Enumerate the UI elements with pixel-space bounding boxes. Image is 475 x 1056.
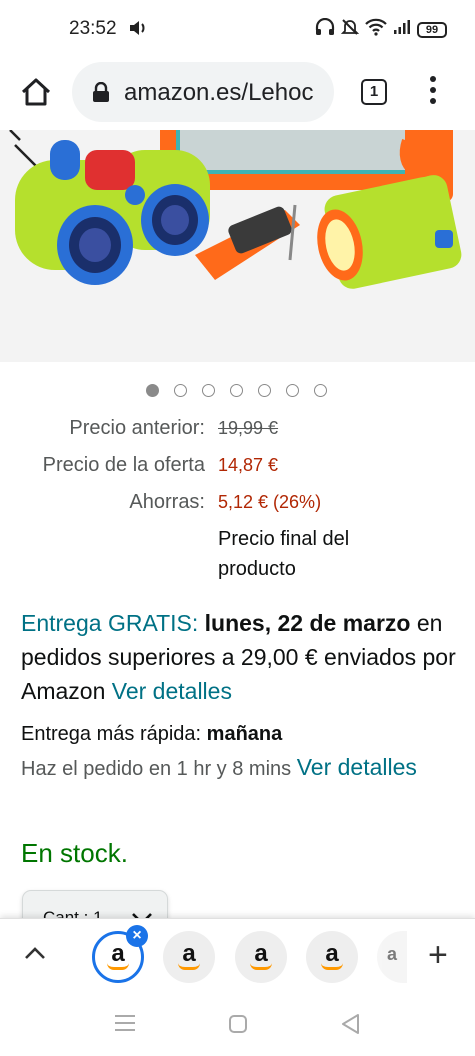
status-icons: 99 (315, 17, 447, 41)
home-nav-icon[interactable] (228, 1014, 248, 1039)
delivery-date: lunes, 22 de marzo (204, 610, 411, 636)
tab-switcher-button[interactable]: 1 (361, 79, 387, 105)
savings-value: 5,12 € (26%) (218, 492, 322, 512)
amazon-smile-icon (107, 963, 129, 970)
product-photo-kit (9, 130, 462, 289)
overflow-menu-icon[interactable] (424, 74, 442, 110)
lock-icon (92, 81, 110, 107)
previous-price-label: Precio anterior: (69, 417, 205, 439)
address-bar[interactable]: amazon.es/Lehoc (72, 62, 334, 122)
free-delivery-label: Entrega GRATIS: (21, 610, 199, 636)
amazon-logo-icon: a (386, 944, 397, 964)
status-bar: 23:52 99 (0, 0, 475, 58)
order-within-text: Haz el pedido en 1 hr y 8 mins (21, 758, 292, 780)
faster-delivery-label: Entrega más rápida: (21, 723, 202, 745)
recents-icon[interactable] (114, 1014, 136, 1037)
carousel-dot[interactable] (146, 384, 159, 397)
deal-price-value: 14,87 € (218, 455, 279, 475)
savings-row: Ahorras: 5,12 € (26%) (0, 491, 475, 519)
savings-label: Ahorras: (129, 491, 205, 513)
carousel-dot[interactable] (258, 384, 271, 397)
amazon-smile-icon (321, 963, 343, 970)
headphones-icon (315, 17, 335, 41)
new-tab-icon[interactable]: + (428, 938, 448, 972)
tab-chip[interactable]: a (306, 931, 358, 983)
chevron-up-icon[interactable] (24, 946, 46, 965)
carousel-dot[interactable] (286, 384, 299, 397)
carousel-dot[interactable] (174, 384, 187, 397)
product-image[interactable] (0, 130, 475, 362)
previous-price-row: Precio anterior: 19,99 € (0, 417, 475, 445)
deal-price-label: Precio de la oferta (42, 454, 205, 476)
amazon-smile-icon (178, 963, 200, 970)
faster-delivery-message: Entrega más rápida: mañana Haz el pedido… (21, 718, 461, 786)
faster-details-link[interactable]: Ver detalles (297, 754, 417, 780)
back-nav-icon[interactable] (340, 1013, 360, 1040)
final-price-note: Precio final del producto (218, 528, 350, 580)
signal-icon (393, 19, 411, 40)
amazon-smile-icon (250, 963, 272, 970)
tab-chip[interactable]: a (377, 931, 407, 983)
sound-icon (129, 20, 147, 41)
delivery-details-link[interactable]: Ver detalles (112, 678, 232, 704)
system-nav-bar (0, 992, 475, 1056)
carousel-dot[interactable] (314, 384, 327, 397)
mute-icon (340, 18, 360, 41)
close-tab-icon[interactable]: × (126, 925, 148, 947)
faster-delivery-date: mañana (206, 723, 283, 745)
battery-icon: 99 (417, 21, 447, 38)
browser-toolbar: amazon.es/Lehoc 1 (0, 58, 475, 130)
home-icon[interactable] (16, 72, 56, 112)
carousel-dot[interactable] (202, 384, 215, 397)
stock-status: En stock. (21, 838, 128, 868)
status-time: 23:52 (69, 18, 117, 39)
tab-chip[interactable]: a (163, 931, 215, 983)
wifi-icon (365, 18, 387, 41)
delivery-message: Entrega GRATIS: lunes, 22 de marzo en pe… (21, 606, 461, 708)
tab-strip: a × a a a a + (0, 918, 475, 992)
previous-price-value: 19,99 € (218, 418, 279, 438)
deal-price-row: Precio de la oferta 14,87 € (0, 454, 475, 482)
carousel-indicator (146, 384, 327, 397)
url-text: amazon.es/Lehoc (124, 79, 314, 106)
carousel-dot[interactable] (230, 384, 243, 397)
tab-chip[interactable]: a (235, 931, 287, 983)
